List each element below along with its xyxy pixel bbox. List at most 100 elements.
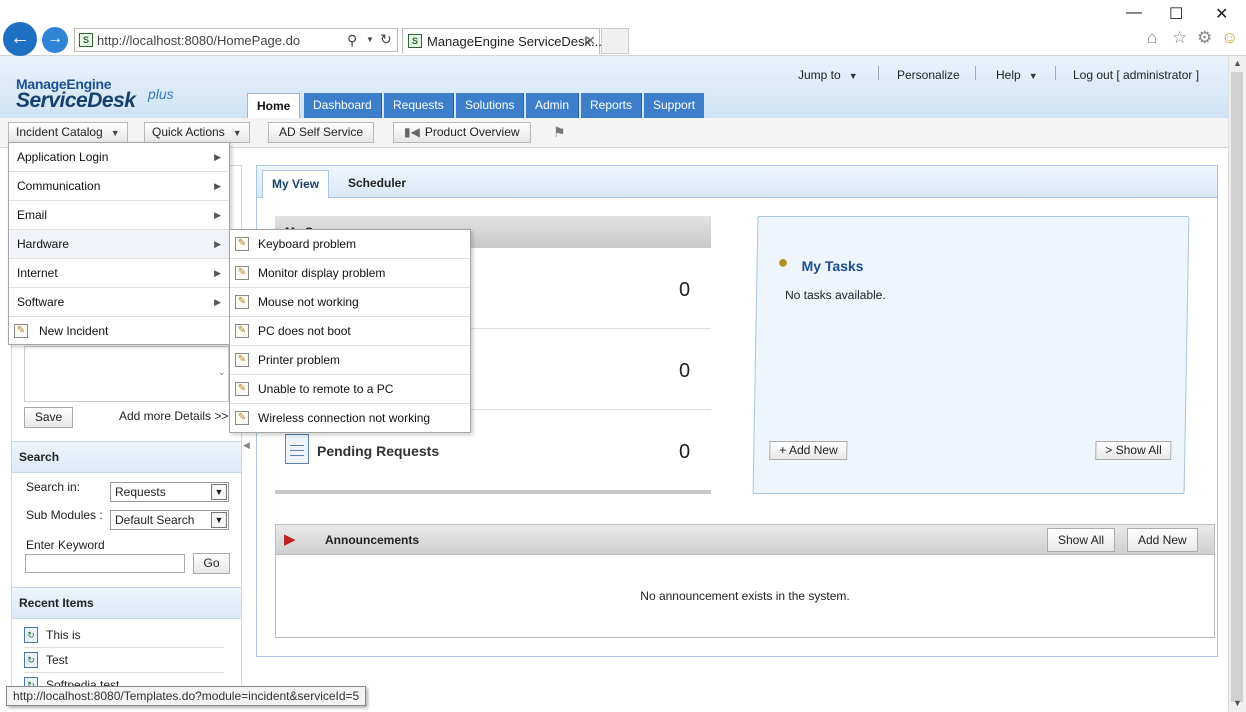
search-in-select[interactable]: Requests ▼	[110, 482, 229, 502]
search-icon[interactable]: ⚲	[347, 32, 357, 49]
submenu-item[interactable]: ✎ Printer problem	[230, 346, 470, 375]
minimize-icon[interactable]: —	[1126, 4, 1142, 22]
favorites-icon[interactable]: ☆	[1172, 28, 1187, 48]
view-tabs: My View Scheduler	[257, 166, 1217, 198]
my-tasks-title: My Tasks	[801, 258, 864, 274]
home-icon[interactable]: ⌂	[1147, 28, 1157, 48]
page-scrollbar[interactable]: ▲ ▼	[1228, 56, 1246, 712]
personalize-link[interactable]: Personalize	[897, 68, 960, 82]
menu-item-software[interactable]: Software ▶	[9, 288, 229, 317]
forward-button[interactable]: →	[42, 27, 68, 53]
announcements-header: ▶ Announcements Show All Add New	[276, 525, 1214, 555]
chevron-down-icon[interactable]: ▼	[366, 35, 374, 44]
chevron-right-icon: ▶	[214, 268, 221, 278]
tab-requests[interactable]: Requests	[384, 93, 454, 118]
show-all-tasks-button[interactable]: > Show All	[1095, 441, 1172, 460]
edit-icon: ✎	[235, 266, 249, 280]
menu-item-label: Internet	[17, 266, 58, 280]
save-button[interactable]: Save	[24, 407, 73, 428]
chevron-down-icon: ⌄	[217, 367, 226, 378]
submenu-item[interactable]: ✎ Wireless connection not working	[230, 404, 470, 433]
megaphone-icon: ▶	[284, 531, 296, 548]
summary-count: 0	[679, 441, 691, 463]
video-camera-icon: ▮◀	[404, 125, 420, 139]
status-url-tooltip: http://localhost:8080/Templates.do?modul…	[6, 686, 367, 706]
sub-modules-select[interactable]: Default Search ▼	[110, 510, 229, 530]
pending-requests-link[interactable]: Pending Requests	[317, 443, 439, 459]
announcements-panel: ▶ Announcements Show All Add New No anno…	[275, 524, 1215, 638]
menu-item-label: Communication	[17, 179, 101, 193]
jump-to-menu[interactable]: Jump to ▼	[798, 68, 858, 82]
site-icon: S	[79, 33, 93, 47]
logout-link[interactable]: Log out [ administrator ]	[1073, 68, 1199, 82]
menu-item-label: Email	[17, 208, 48, 222]
keyword-input[interactable]	[25, 554, 185, 573]
chevron-down-icon: ▼	[1028, 71, 1038, 81]
close-window-icon[interactable]: ✕	[1215, 4, 1228, 24]
tab-support[interactable]: Support	[644, 93, 705, 118]
browser-tab[interactable]: S ManageEngine ServiceDesk... ✕	[402, 28, 602, 54]
quick-actions-button[interactable]: Quick Actions ▼	[144, 122, 250, 143]
maximize-icon[interactable]: ☐	[1169, 4, 1183, 24]
smiley-icon[interactable]: ☺	[1221, 28, 1238, 48]
chevron-down-icon: ▼	[211, 512, 227, 528]
address-text: http://localhost:8080/HomePage.do	[97, 33, 301, 48]
help-menu[interactable]: Help ▼	[996, 68, 1038, 82]
add-new-task-button[interactable]: + Add New	[769, 441, 848, 460]
submenu-item-label: Monitor display problem	[258, 266, 386, 280]
tab-my-view[interactable]: My View	[262, 170, 330, 198]
chevron-right-icon: ▶	[214, 297, 221, 307]
sub-modules-value: Default Search	[115, 513, 195, 527]
submenu-item-label: PC does not boot	[258, 324, 351, 338]
menu-item-communication[interactable]: Communication ▶	[9, 172, 229, 201]
close-tab-icon[interactable]: ✕	[585, 33, 596, 49]
tab-dashboard[interactable]: Dashboard	[304, 93, 382, 118]
menu-item-label: New Incident	[39, 324, 109, 338]
tab-solutions[interactable]: Solutions	[456, 93, 525, 118]
submenu-item[interactable]: ✎ Monitor display problem	[230, 259, 470, 288]
settings-gear-icon[interactable]: ⚙	[1197, 28, 1212, 48]
tab-admin[interactable]: Admin	[526, 93, 580, 118]
add-more-details-link[interactable]: Add more Details >>	[119, 409, 228, 423]
recent-item[interactable]: This is	[46, 628, 81, 642]
product-overview-label: Product Overview	[424, 125, 520, 139]
summary-bottom-bar	[275, 490, 711, 494]
tab-scheduler[interactable]: Scheduler	[339, 170, 415, 198]
collapse-panel-handle[interactable]: ◀	[243, 430, 251, 460]
new-tab-button[interactable]	[601, 28, 629, 54]
doc-line	[290, 450, 304, 451]
submenu-item[interactable]: ✎ Unable to remote to a PC	[230, 375, 470, 404]
scroll-down-icon[interactable]: ▼	[1233, 698, 1242, 708]
go-button[interactable]: Go	[193, 553, 230, 574]
show-all-announcements-button[interactable]: Show All	[1047, 528, 1116, 552]
submenu-item-label: Keyboard problem	[258, 237, 357, 251]
my-tasks-panel: ● My Tasks No tasks available. + Add New…	[752, 216, 1190, 494]
hardware-submenu: ✎ Keyboard problem ✎ Monitor display probl…	[229, 229, 471, 433]
chevron-down-icon: ▼	[232, 128, 242, 138]
menu-item-application-login[interactable]: Application Login ▶	[9, 143, 229, 172]
menu-item-new-incident[interactable]: ✎ New Incident	[9, 317, 229, 346]
tab-home[interactable]: Home	[247, 93, 301, 118]
description-textarea[interactable]: ⌄	[24, 346, 229, 402]
tab-title: ManageEngine ServiceDesk...	[427, 34, 602, 49]
recent-item[interactable]: Test	[46, 653, 68, 667]
back-button[interactable]: ←	[3, 22, 37, 56]
refresh-icon[interactable]: ↻	[380, 31, 392, 48]
notification-bell-icon[interactable]: ⚑	[553, 124, 566, 141]
menu-item-internet[interactable]: Internet ▶	[9, 259, 229, 288]
menu-item-hardware[interactable]: Hardware ▶	[9, 230, 229, 259]
submenu-item[interactable]: ✎ Keyboard problem	[230, 230, 470, 259]
product-overview-button[interactable]: ▮◀ Product Overview	[393, 122, 531, 143]
tab-reports[interactable]: Reports	[581, 93, 643, 118]
address-bar[interactable]: S http://localhost:8080/HomePage.do ⚲ ▼ …	[74, 28, 398, 52]
scroll-up-icon[interactable]: ▲	[1233, 58, 1242, 68]
edit-icon: ✎	[235, 237, 249, 251]
doc-line	[290, 455, 304, 456]
submenu-item[interactable]: ✎ Mouse not working	[230, 288, 470, 317]
menu-item-email[interactable]: Email ▶	[9, 201, 229, 230]
add-announcement-button[interactable]: Add New	[1127, 528, 1198, 552]
scrollbar-thumb[interactable]	[1231, 72, 1243, 702]
incident-catalog-button[interactable]: Incident Catalog ▼	[8, 122, 128, 143]
submenu-item[interactable]: ✎ PC does not boot	[230, 317, 470, 346]
ad-self-service-button[interactable]: AD Self Service	[268, 122, 375, 143]
